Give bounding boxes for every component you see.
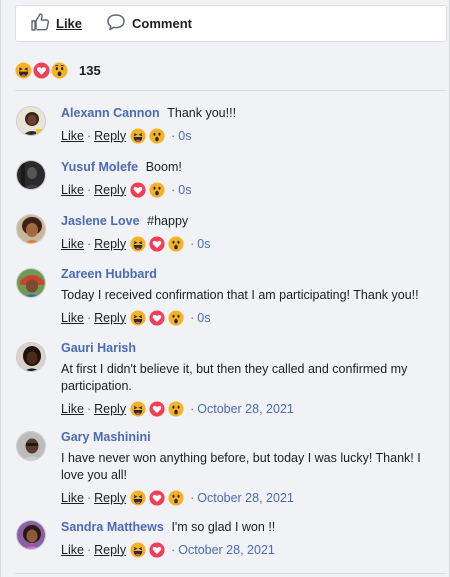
comment-timestamp[interactable]: 0s <box>178 128 191 145</box>
comment-button-label: Comment <box>132 16 192 31</box>
love-icon <box>149 401 165 417</box>
comment-meta: Like · Reply · 0s <box>61 128 192 145</box>
wow-icon <box>149 128 165 144</box>
comment-timestamp[interactable]: October 28, 2021 <box>197 490 294 507</box>
comment-author[interactable]: Sandra Matthews <box>61 520 164 534</box>
comment-timestamp[interactable]: October 28, 2021 <box>178 542 275 559</box>
love-icon <box>149 236 165 252</box>
comment-like-link[interactable]: Like <box>61 490 84 507</box>
comment-body: Alexann Cannon Thank you!!! Like · Reply… <box>61 104 445 146</box>
comment-body: Sandra Matthews I'm so glad I won !! Lik… <box>61 518 445 560</box>
comment-reply-link[interactable]: Reply <box>94 236 126 253</box>
comment-text: I'm so glad I won !! <box>171 520 276 534</box>
haha-icon <box>130 542 146 558</box>
wow-icon <box>168 401 184 417</box>
comment-timestamp[interactable]: 0s <box>197 236 210 253</box>
comment-text: Boom! <box>145 160 182 174</box>
post-action-bar: Like Comment <box>15 5 447 42</box>
haha-icon <box>130 310 146 326</box>
haha-icon <box>130 401 146 417</box>
comment-body: Gauri Harish At first I didn't believe i… <box>61 340 445 419</box>
comment-reactions[interactable] <box>130 542 168 558</box>
comment-reply-link[interactable]: Reply <box>94 401 126 418</box>
wow-icon <box>51 61 68 79</box>
comment-body: Yusuf Molefe Boom! Like · Reply · 0s <box>61 158 445 200</box>
divider <box>15 90 447 91</box>
like-button[interactable]: Like <box>30 12 82 35</box>
comment-reactions[interactable] <box>130 401 187 417</box>
comment-text: #happy <box>147 214 189 228</box>
comment-reply-link[interactable]: Reply <box>94 128 126 145</box>
haha-icon <box>15 61 32 79</box>
comment-reactions[interactable] <box>130 310 187 326</box>
love-icon <box>149 490 165 506</box>
comment-reactions[interactable] <box>130 182 168 198</box>
divider <box>15 573 447 574</box>
wow-icon <box>168 490 184 506</box>
comment-text: I have never won anything before, but to… <box>61 451 421 482</box>
comment-text: Today I received confirmation that I am … <box>61 288 419 302</box>
avatar[interactable] <box>16 520 46 550</box>
comment-like-link[interactable]: Like <box>61 310 84 327</box>
wow-icon <box>168 236 184 252</box>
comment-like-link[interactable]: Like <box>61 236 84 253</box>
comment-meta: Like · Reply · 0s <box>61 236 211 253</box>
comment-reactions[interactable] <box>130 490 187 506</box>
comment-body: Zareen Hubbard Today I received confirma… <box>61 266 445 328</box>
reaction-count: 135 <box>79 62 101 78</box>
comment-body: Jaslene Love #happy Like · Reply · 0s <box>61 212 445 254</box>
wow-icon <box>168 310 184 326</box>
avatar[interactable] <box>16 431 46 461</box>
comment-text: At first I didn't believe it, but then t… <box>61 362 408 393</box>
comment-body: Gary Mashinini I have never won anything… <box>61 429 445 508</box>
comment-reply-link[interactable]: Reply <box>94 542 126 559</box>
comment-author[interactable]: Zareen Hubbard <box>61 266 445 283</box>
haha-icon <box>130 128 146 144</box>
comment-panel: Like Comment 135 Alexann Cannon Thank yo… <box>0 0 450 577</box>
comment-author[interactable]: Jaslene Love <box>61 214 140 228</box>
love-icon <box>149 542 165 558</box>
love-icon <box>130 182 146 198</box>
avatar[interactable] <box>16 342 46 372</box>
comment-meta: Like · Reply · 0s <box>61 182 192 199</box>
avatar[interactable] <box>16 268 46 298</box>
comment-author[interactable]: Yusuf Molefe <box>61 160 138 174</box>
comment-like-link[interactable]: Like <box>61 542 84 559</box>
comment-like-link[interactable]: Like <box>61 182 84 199</box>
comment-like-link[interactable]: Like <box>61 401 84 418</box>
haha-icon <box>130 236 146 252</box>
comment-reply-link[interactable]: Reply <box>94 310 126 327</box>
love-icon <box>33 61 50 79</box>
comment-like-link[interactable]: Like <box>61 128 84 145</box>
comment-bubble-icon <box>106 12 126 35</box>
comment-author[interactable]: Alexann Cannon <box>61 106 160 120</box>
comment-reply-link[interactable]: Reply <box>94 490 126 507</box>
comment-author[interactable]: Gary Mashinini <box>61 429 445 446</box>
comment-reactions[interactable] <box>130 128 168 144</box>
avatar[interactable] <box>16 160 46 190</box>
comment-author[interactable]: Gauri Harish <box>61 340 445 357</box>
comment-reactions[interactable] <box>130 236 187 252</box>
comment-meta: Like · Reply · October 28, 2021 <box>61 490 294 507</box>
comment-timestamp[interactable]: 0s <box>178 182 191 199</box>
avatar[interactable] <box>16 106 46 136</box>
like-button-label: Like <box>56 16 83 31</box>
comment-timestamp[interactable]: October 28, 2021 <box>197 401 294 418</box>
comment-timestamp[interactable]: 0s <box>197 310 210 327</box>
comment-meta: Like · Reply · October 28, 2021 <box>61 542 275 559</box>
comment-text: Thank you!!! <box>167 106 237 120</box>
avatar[interactable] <box>16 214 46 244</box>
love-icon <box>149 310 165 326</box>
comment-meta: Like · Reply · 0s <box>61 310 211 327</box>
thumbs-up-icon <box>30 12 50 35</box>
comment-meta: Like · Reply · October 28, 2021 <box>61 401 294 418</box>
haha-icon <box>130 490 146 506</box>
wow-icon <box>149 182 165 198</box>
reaction-summary[interactable]: 135 <box>15 60 101 80</box>
comment-reply-link[interactable]: Reply <box>94 182 126 199</box>
comment-button[interactable]: Comment <box>106 12 192 35</box>
